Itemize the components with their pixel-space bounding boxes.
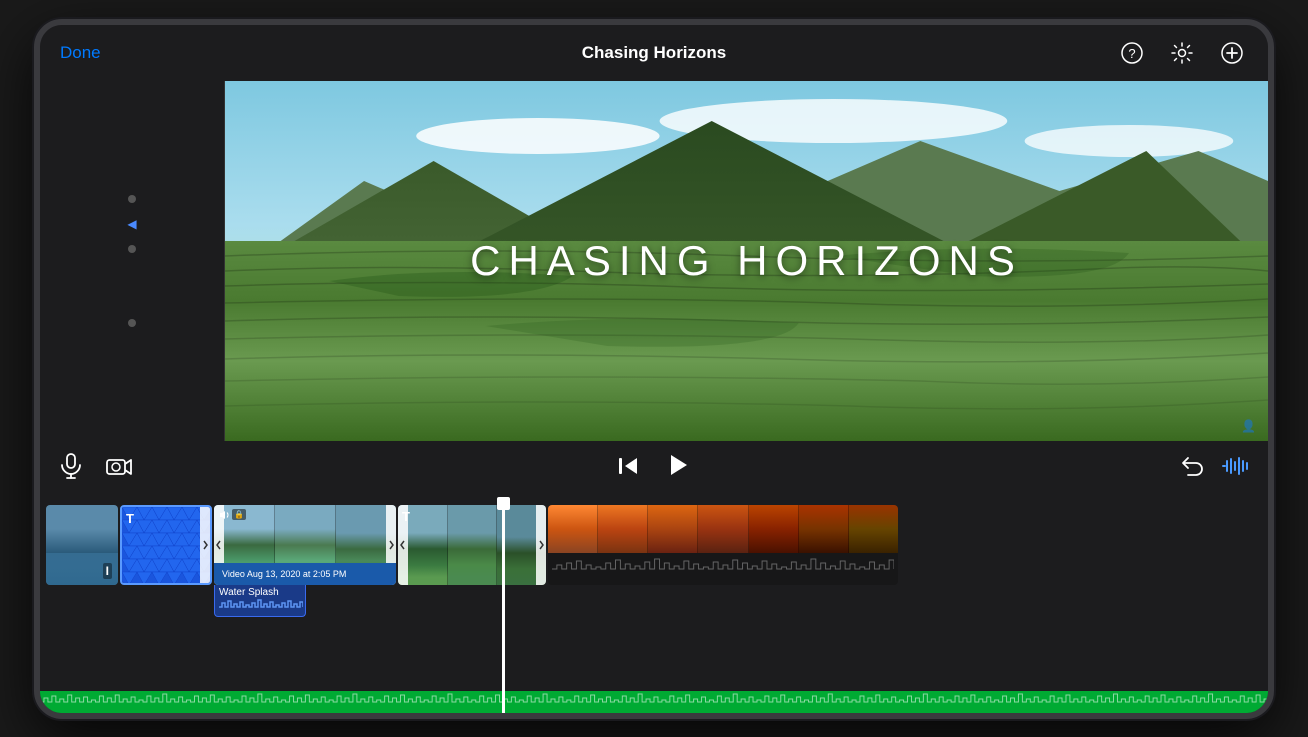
clip-3[interactable]: 🔒 Video Aug 13, 2020 at 2:05 PM: [214, 505, 396, 585]
microphone-button[interactable]: [60, 453, 82, 485]
project-title: Chasing Horizons: [582, 43, 727, 63]
cloud-3: [1064, 109, 1164, 131]
clip-2-trim-right[interactable]: [200, 507, 210, 583]
preview-left-panel: ◀: [40, 81, 225, 441]
clip-3-label-text: Video Aug 13, 2020 at 2:05 PM: [222, 569, 346, 579]
side-indicator-2: [128, 245, 136, 253]
cloud-2: [747, 91, 927, 123]
timeline-area[interactable]: I: [40, 497, 1268, 713]
top-bar-right: ?: [1116, 37, 1248, 69]
clip-1[interactable]: I: [46, 505, 118, 585]
controls-center: [617, 451, 691, 486]
water-splash-label-text: Water Splash: [219, 587, 301, 598]
add-button[interactable]: [1216, 37, 1248, 69]
controls-left: [60, 453, 132, 485]
clip-5[interactable]: [548, 505, 898, 585]
help-button[interactable]: ?: [1116, 37, 1148, 69]
tablet-frame: Done Chasing Horizons ?: [34, 19, 1274, 719]
audio-waveform-button[interactable]: [1222, 455, 1248, 483]
water-splash-container: Water Splash: [214, 585, 306, 617]
clip-3-label: Video Aug 13, 2020 at 2:05 PM: [214, 563, 396, 585]
video-title-overlay: CHASING HORIZONS: [470, 237, 1023, 285]
water-splash-waveform-svg: [219, 598, 303, 616]
side-arrow-indicator: ◀: [127, 217, 136, 231]
camera-button[interactable]: [106, 455, 132, 483]
top-bar: Done Chasing Horizons ?: [40, 25, 1268, 81]
water-splash-label: Water Splash: [214, 585, 306, 617]
clip-1-trim-icon: I: [103, 563, 112, 579]
side-indicator-3: [128, 319, 136, 327]
play-button[interactable]: [663, 451, 691, 486]
side-button-top: [34, 185, 36, 225]
undo-button[interactable]: [1180, 455, 1204, 483]
playhead: [502, 497, 505, 713]
clip-4-trim-left[interactable]: [398, 505, 408, 585]
side-button-volume-down: [34, 320, 36, 380]
clip-5-waveform: [548, 553, 898, 585]
clip-2-title-icon: T: [126, 511, 134, 526]
cloud-1: [486, 102, 606, 130]
done-button[interactable]: Done: [60, 43, 101, 63]
top-bar-left: Done: [60, 43, 101, 63]
clip-water-splash[interactable]: T: [120, 505, 212, 585]
skip-to-start-button[interactable]: [617, 455, 639, 483]
svg-text:?: ?: [1128, 46, 1135, 61]
green-waveform-svg: [40, 691, 1268, 713]
person-icon: 👤: [1241, 419, 1256, 433]
controls-right: [1180, 455, 1248, 483]
preview-area: ◀: [40, 81, 1268, 441]
green-audio-track: [40, 691, 1268, 713]
side-indicator-1: [128, 195, 136, 203]
side-button-volume-up: [34, 245, 36, 305]
controls-bar: [40, 441, 1268, 497]
clip-4[interactable]: T: [398, 505, 546, 585]
video-preview: CHASING HORIZONS 👤: [225, 81, 1268, 441]
clip-4-trim-right[interactable]: [536, 505, 546, 585]
settings-button[interactable]: [1166, 37, 1198, 69]
sky-layer: [225, 81, 1268, 207]
